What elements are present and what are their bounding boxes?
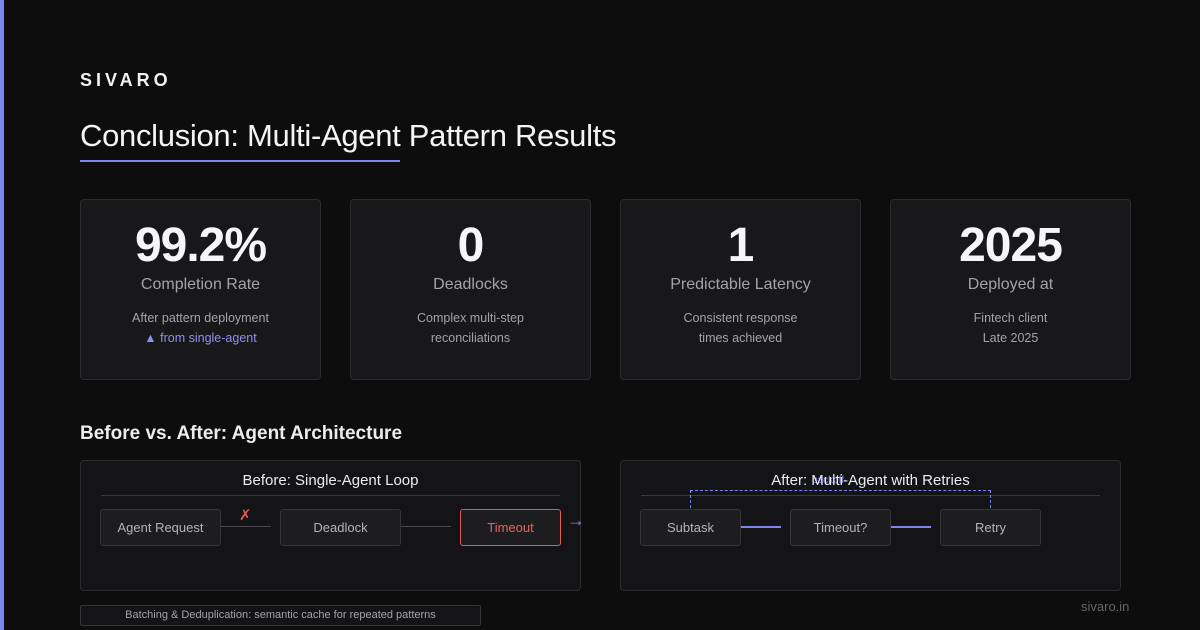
node-subtask: Subtask xyxy=(640,509,741,546)
node-timeout-check: Timeout? xyxy=(790,509,891,546)
title-underline xyxy=(80,160,400,162)
before-diagram-panel: Before: Single-Agent Loop Agent Request … xyxy=(80,460,581,591)
panel-title: Before: Single-Agent Loop xyxy=(242,472,419,489)
stat-description-line: Fintech client xyxy=(973,311,1048,325)
stat-description-line: reconciliations xyxy=(430,331,511,345)
connector xyxy=(401,526,451,527)
stat-card-completion-rate: 99.2% Completion Rate After pattern depl… xyxy=(80,199,321,380)
stat-description: Complex multi-step reconciliations xyxy=(361,308,580,348)
page-title: Conclusion: Multi-Agent Pattern Results xyxy=(80,118,617,153)
stat-description: Consistent response times achieved xyxy=(631,308,850,348)
stat-value: 0 xyxy=(457,219,485,272)
panel-title: After: Multi-Agent with Retries xyxy=(771,472,970,489)
node-deadlock: Deadlock xyxy=(280,509,401,546)
section-heading: Before vs. After: Agent Architecture xyxy=(80,423,403,444)
arrow-right-icon: → xyxy=(567,510,585,530)
node-agent-request: Agent Request xyxy=(100,509,221,546)
stat-value: 1 xyxy=(727,219,755,272)
stat-description-line: After pattern deployment xyxy=(132,311,269,325)
stat-label: Deadlocks xyxy=(433,276,508,293)
stat-description: Fintech client Late 2025 xyxy=(901,308,1120,348)
retry-loop-arrow xyxy=(690,490,991,508)
stat-description-line: times achieved xyxy=(698,331,783,345)
stat-value: 2025 xyxy=(959,219,1063,272)
accent-bar xyxy=(0,0,4,630)
site-url: sivaro.in xyxy=(1081,599,1130,614)
failure-icon: ✗ xyxy=(239,507,252,524)
connector xyxy=(221,526,271,527)
stat-card-deadlocks: 0 Deadlocks Complex multi-step reconcili… xyxy=(350,199,591,380)
stat-description-line: Consistent response xyxy=(683,311,798,325)
stat-label: Deployed at xyxy=(967,276,1054,293)
panel-divider xyxy=(101,495,560,496)
footnote-badge: Batching & Deduplication: semantic cache… xyxy=(80,605,481,626)
stat-card-predictable-latency: 1 Predictable Latency Consistent respons… xyxy=(620,199,861,380)
connector xyxy=(891,526,931,528)
trend-indicator: ▲ from single-agent xyxy=(144,331,257,345)
node-timeout: Timeout xyxy=(460,509,561,546)
stat-value: 99.2% xyxy=(134,219,267,272)
stat-description-line: Late 2025 xyxy=(982,331,1039,345)
brand-logo: SIVARO xyxy=(80,70,172,90)
after-diagram-panel: backoff After: Multi-Agent with Retries … xyxy=(620,460,1121,591)
node-retry: Retry xyxy=(940,509,1041,546)
stat-label: Completion Rate xyxy=(140,276,261,293)
stat-card-deployed-at: 2025 Deployed at Fintech client Late 202… xyxy=(890,199,1131,380)
connector xyxy=(741,526,781,528)
stat-description: After pattern deployment ▲ from single-a… xyxy=(91,308,310,348)
stat-label: Predictable Latency xyxy=(670,276,811,293)
stat-description-line: Complex multi-step xyxy=(417,311,524,325)
